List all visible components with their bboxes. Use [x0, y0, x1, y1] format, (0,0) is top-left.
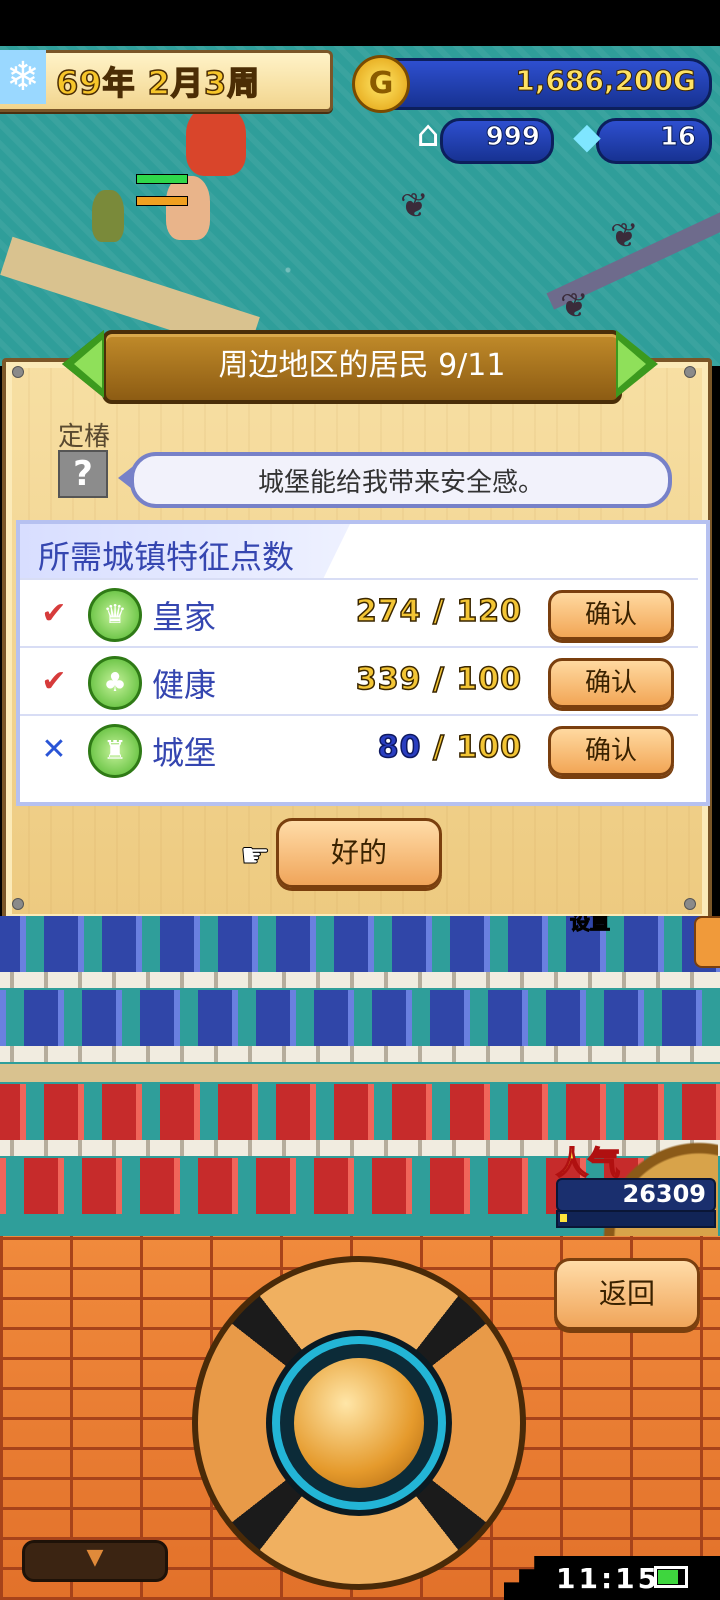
gold-coin-icon: G [352, 55, 410, 113]
castle-icon: ♜ [88, 724, 142, 778]
battery-fill [658, 1570, 678, 1584]
rivet [12, 898, 24, 910]
check-mark-icon: ✔ [41, 596, 67, 631]
red-ogre-character[interactable] [186, 106, 246, 176]
top-black-bar [0, 0, 720, 46]
requirement-score: 80 / 100 [377, 729, 522, 766]
dead-tree-icon: ❦ [610, 216, 639, 256]
confirm-button[interactable]: 确认 [548, 658, 674, 708]
resident-avatar: ? [58, 450, 108, 498]
house-row-blue [0, 990, 720, 1046]
adventurer-character[interactable] [92, 190, 124, 242]
settings-label-cut: 设直 [570, 916, 611, 935]
crown-icon: ♛ [88, 588, 142, 642]
gold-amount: 1,686,200G [515, 64, 697, 98]
rivet [684, 898, 696, 910]
house-icon: ⌂ [416, 114, 440, 155]
popularity-score: 26309 [622, 1180, 707, 1208]
date-label: 69年 2月3周 [55, 63, 261, 103]
hp-bar [136, 196, 188, 206]
next-arrow-highlight [618, 340, 646, 388]
requirement-name: 皇家 [152, 598, 217, 636]
speech-text: 城堡能给我带来安全感。 [257, 468, 544, 498]
pointing-hand-icon: ☛ [239, 836, 271, 877]
rivet [12, 366, 24, 378]
divider [20, 714, 698, 716]
back-button[interactable]: 返回 [554, 1258, 700, 1330]
requirement-score: 274 / 120 [355, 593, 522, 630]
dead-tree-icon: ❦ [400, 186, 429, 226]
cross-mark-icon: ✕ [41, 732, 67, 767]
health-icon: ♣ [88, 656, 142, 710]
divider [20, 578, 698, 580]
menu-toggle-button[interactable]: ▼ [22, 1540, 168, 1582]
pad-center-button[interactable] [294, 1358, 424, 1488]
ok-button[interactable]: 好的 [276, 818, 442, 888]
dialog-title: 周边地区的居民 9/11 [218, 348, 506, 383]
resident-name: 定椿 [58, 422, 111, 452]
requirement-name: 城堡 [152, 734, 217, 772]
check-mark-icon: ✔ [41, 664, 67, 699]
confirm-button[interactable]: 确认 [548, 726, 674, 776]
requirements-header: 所需城镇特征点数 [38, 538, 295, 576]
crystal-icon: ◆ [573, 116, 601, 157]
house-walls [0, 972, 720, 988]
dead-tree-icon: ❦ [560, 286, 589, 326]
popularity-bar-fill [560, 1214, 567, 1222]
popularity-bar [556, 1210, 716, 1228]
house-row-blue [0, 916, 720, 972]
crystal-count: 16 [659, 122, 696, 153]
side-menu-tab[interactable] [694, 916, 720, 968]
prev-arrow-highlight [74, 340, 102, 388]
rivet [684, 366, 696, 378]
divider [20, 646, 698, 648]
clock-text: 11:15 [556, 1562, 661, 1595]
house-walls [0, 1046, 720, 1062]
snowflake-icon: ❄ [0, 50, 46, 104]
wizard-character[interactable] [166, 176, 210, 240]
requirement-name: 健康 [152, 666, 217, 704]
town-road [0, 1064, 720, 1082]
requirement-score: 339 / 100 [355, 661, 522, 698]
hp-bar [136, 174, 188, 184]
population-count: 999 [485, 122, 540, 153]
confirm-button[interactable]: 确认 [548, 590, 674, 640]
